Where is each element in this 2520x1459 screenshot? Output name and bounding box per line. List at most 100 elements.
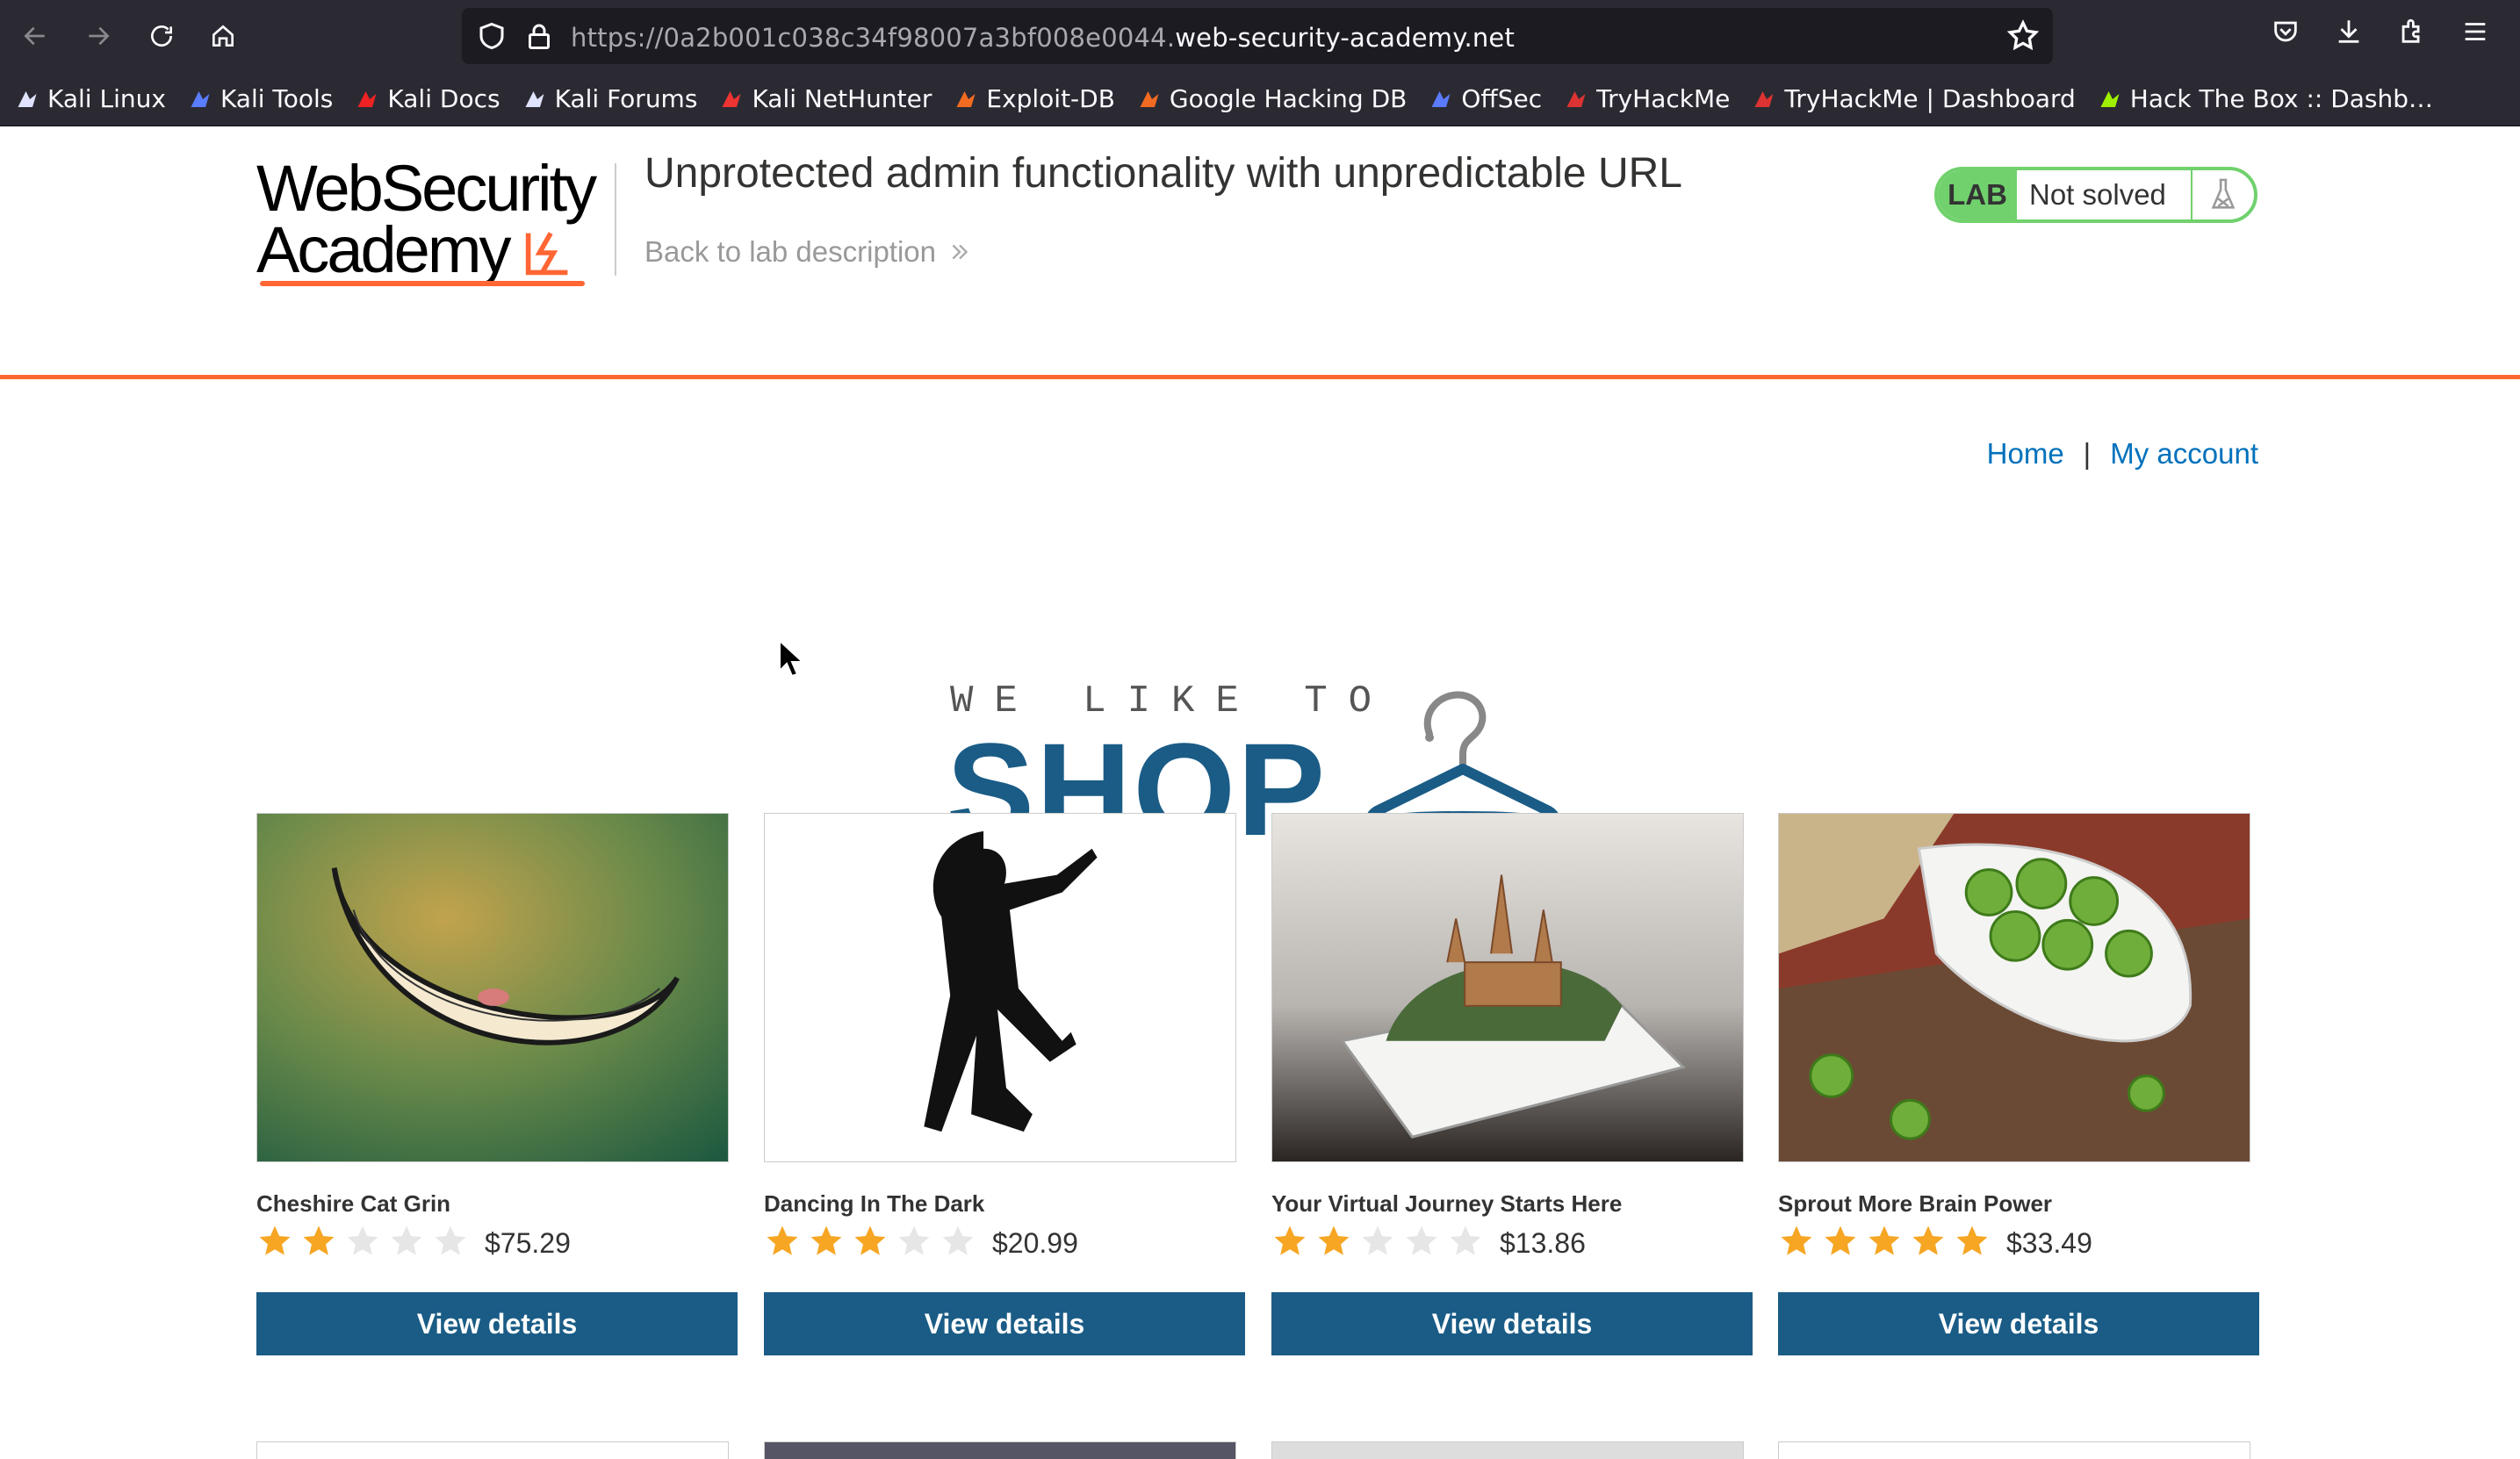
product-card: Sprout More Brain Power $33.49 View deta… [1778, 813, 2259, 1355]
view-details-button[interactable]: View details [1271, 1292, 1753, 1355]
star-empty-icon [1406, 1225, 1437, 1255]
star-empty-icon [435, 1225, 466, 1255]
bookmark-label: Kali NetHunter [752, 84, 932, 113]
product-name: Cheshire Cat Grin [256, 1190, 451, 1217]
view-details-button[interactable]: View details [256, 1292, 738, 1355]
logo-underline [260, 281, 585, 286]
star-empty-icon [898, 1225, 930, 1255]
star-empty-icon [1450, 1225, 1481, 1255]
star-filled-icon [1912, 1225, 1944, 1255]
nethunter-icon [718, 86, 745, 112]
product-card-partial [1271, 1441, 1744, 1459]
menu-icon[interactable] [2460, 17, 2499, 55]
hackthebox-icon [2097, 86, 2123, 112]
mouse-cursor-icon [779, 639, 803, 678]
web-security-academy-logo[interactable]: WebSecurity Academy [256, 156, 616, 290]
bookmark-item[interactable]: Hack The Box :: Dashb… [2097, 84, 2433, 113]
lab-header: WebSecurity Academy Unprotected admin fu… [0, 126, 2520, 379]
bookmark-item[interactable]: OffSec [1428, 84, 1542, 113]
flask-icon [2192, 170, 2254, 219]
bookmark-item[interactable]: Kali Forums [522, 84, 698, 113]
double-chevron-right-icon [952, 244, 968, 260]
lab-title: Unprotected admin functionality with unp… [644, 150, 1682, 197]
forward-arrow-icon[interactable] [79, 17, 118, 55]
logo-bolt-icon [525, 232, 568, 276]
home-icon[interactable] [204, 17, 242, 55]
bookmark-label: OffSec [1461, 84, 1543, 113]
back-arrow-icon[interactable] [16, 17, 54, 55]
exploit-db-icon [1136, 86, 1163, 112]
home-link[interactable]: Home [1987, 437, 2064, 471]
star-filled-icon [767, 1225, 798, 1255]
kali-tools-icon [187, 86, 213, 112]
star-empty-icon [391, 1225, 422, 1255]
web-page: WebSecurity Academy Unprotected admin fu… [0, 126, 2520, 1459]
product-price: $20.99 [992, 1227, 1078, 1259]
back-to-lab-description-link[interactable]: Back to lab description [644, 235, 971, 269]
bookmark-label: Exploit-DB [986, 84, 1115, 113]
bookmark-item[interactable]: Kali Tools [187, 84, 333, 113]
kali-dragon-icon [14, 86, 40, 112]
product-card-partial [764, 1441, 1236, 1459]
extensions-icon[interactable] [2397, 17, 2436, 55]
product-name: Dancing In The Dark [764, 1190, 985, 1217]
kali-dragon-icon [522, 86, 548, 112]
bookmark-item[interactable]: Kali Linux [14, 84, 166, 113]
product-rating: $75.29 [256, 1222, 571, 1260]
bookmark-label: TryHackMe | Dashboard [1784, 84, 2076, 113]
product-image-brussels-sprouts [1778, 813, 2250, 1162]
product-image-dancing-silhouette [764, 813, 1236, 1162]
star-filled-icon [1868, 1225, 1900, 1255]
product-price: $13.86 [1500, 1227, 1586, 1259]
lock-icon[interactable] [523, 19, 555, 53]
exploit-db-icon [953, 86, 979, 112]
my-account-link[interactable]: My account [2110, 437, 2258, 471]
star-filled-icon [303, 1225, 335, 1255]
nav-separator: | [2083, 437, 2092, 470]
offsec-icon [1428, 86, 1454, 112]
product-price: $33.49 [2006, 1227, 2092, 1259]
lab-status-text: Not solved [2017, 170, 2192, 219]
lab-status-widget: LAB Not solved [1934, 167, 2257, 223]
browser-toolbar: https://0a2b001c038c34f98007a3bf008e0044… [0, 0, 2520, 72]
star-empty-icon [1362, 1225, 1393, 1255]
shield-icon[interactable] [476, 20, 508, 52]
star-filled-icon [1956, 1225, 1988, 1255]
product-name: Sprout More Brain Power [1778, 1190, 2053, 1217]
bookmark-label: Kali Docs [387, 84, 500, 113]
bookmark-item[interactable]: Kali Docs [354, 84, 500, 113]
account-nav: Home | My account [1987, 437, 2258, 471]
star-filled-icon [1825, 1225, 1856, 1255]
lab-badge: LAB [1938, 170, 2017, 219]
kali-docs-icon [354, 86, 380, 112]
bookmark-star-icon[interactable] [2005, 18, 2041, 54]
bookmark-item[interactable]: Exploit-DB [953, 84, 1115, 113]
download-icon[interactable] [2334, 17, 2372, 55]
address-bar[interactable]: https://0a2b001c038c34f98007a3bf008e0044… [462, 8, 2053, 64]
tryhackme-icon [1751, 86, 1777, 112]
bookmark-label: Kali Forums [554, 84, 698, 113]
star-filled-icon [810, 1225, 842, 1255]
product-card-partial [256, 1441, 729, 1459]
pocket-icon[interactable] [2271, 17, 2309, 55]
back-link-label: Back to lab description [644, 235, 937, 268]
view-details-button[interactable]: View details [1778, 1292, 2259, 1355]
star-empty-icon [942, 1225, 974, 1255]
reload-icon[interactable] [142, 17, 181, 55]
bookmark-item[interactable]: TryHackMe [1563, 84, 1730, 113]
star-filled-icon [1318, 1225, 1350, 1255]
bookmark-item[interactable]: TryHackMe | Dashboard [1751, 84, 2076, 113]
bookmark-label: Hack The Box :: Dashb… [2129, 84, 2434, 113]
tryhackme-icon [1563, 86, 1589, 112]
star-filled-icon [854, 1225, 886, 1255]
bookmark-label: TryHackMe [1596, 84, 1731, 113]
product-rating: $33.49 [1778, 1222, 2092, 1260]
bookmark-item[interactable]: Kali NetHunter [718, 84, 932, 113]
product-card: Cheshire Cat Grin $75.29 View details [256, 813, 738, 1355]
bookmark-item[interactable]: Google Hacking DB [1136, 84, 1407, 113]
product-rating: $13.86 [1271, 1222, 1586, 1260]
bookmark-label: Kali Tools [220, 84, 334, 113]
product-image-phone-castle [1271, 813, 1744, 1162]
product-name: Your Virtual Journey Starts Here [1271, 1190, 1623, 1217]
view-details-button[interactable]: View details [764, 1292, 1245, 1355]
